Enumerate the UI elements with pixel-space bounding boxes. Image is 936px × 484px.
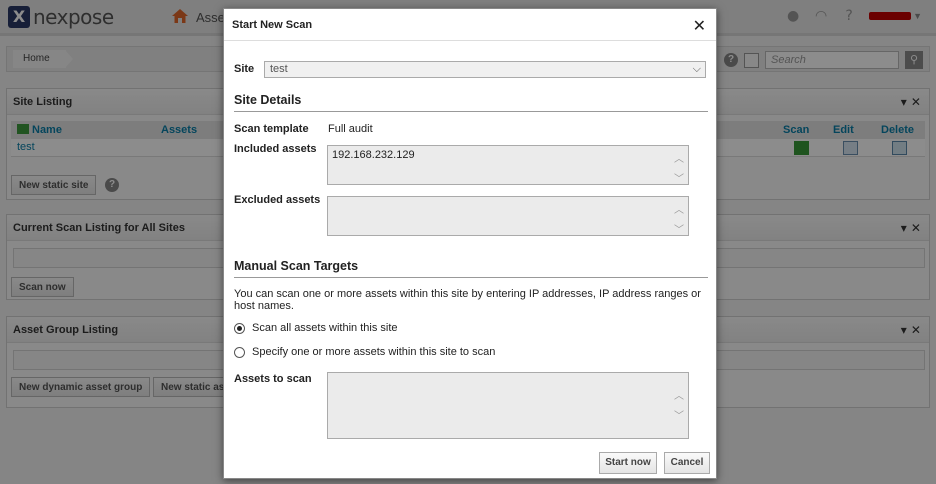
dialog-title: Start New Scan — [232, 19, 313, 31]
site-label: Site — [234, 63, 255, 75]
included-assets-field[interactable]: 192.168.232.129 ︿ ﹀ — [327, 145, 689, 185]
assets-to-scan-field[interactable]: ︿ ﹀ — [327, 372, 689, 439]
radio-specify-label: Specify one or more assets within this s… — [252, 346, 496, 358]
section-divider — [234, 111, 708, 112]
cancel-button[interactable]: Cancel — [664, 452, 710, 474]
radio-scan-all-label: Scan all assets within this site — [252, 322, 398, 334]
radio-button-checked[interactable] — [234, 322, 245, 334]
site-select-value: test — [270, 63, 288, 75]
site-select[interactable]: test ⌵ — [264, 61, 706, 78]
section-divider — [234, 277, 708, 278]
close-icon[interactable]: ✕ — [693, 16, 706, 35]
start-now-button[interactable]: Start now — [599, 452, 657, 474]
included-assets-value: 192.168.232.129 — [332, 149, 415, 161]
radio-scan-all[interactable]: Scan all assets within this site — [234, 322, 398, 334]
scan-template-label: Scan template — [234, 123, 309, 135]
included-assets-label: Included assets — [234, 143, 317, 155]
radio-button[interactable] — [234, 346, 245, 358]
site-details-heading: Site Details — [234, 93, 302, 107]
manual-targets-heading: Manual Scan Targets — [234, 259, 359, 273]
textarea-scrollbar[interactable]: ︿ ﹀ — [673, 387, 685, 427]
textarea-scrollbar[interactable]: ︿ ﹀ — [673, 201, 685, 241]
manual-targets-description: You can scan one or more assets within t… — [234, 288, 701, 312]
assets-to-scan-label: Assets to scan — [234, 373, 312, 385]
radio-specify-assets[interactable]: Specify one or more assets within this s… — [234, 346, 495, 358]
start-new-scan-dialog: Start New Scan ✕ Site test ⌵ Site Detail… — [223, 8, 717, 479]
textarea-scrollbar[interactable]: ︿ ﹀ — [673, 150, 685, 190]
scan-template-value: Full audit — [328, 123, 373, 135]
excluded-assets-field[interactable]: ︿ ﹀ — [327, 196, 689, 236]
chevron-down-icon[interactable]: ⌵ — [693, 62, 701, 76]
excluded-assets-label: Excluded assets — [234, 194, 321, 206]
dialog-header: Start New Scan ✕ — [224, 9, 716, 41]
